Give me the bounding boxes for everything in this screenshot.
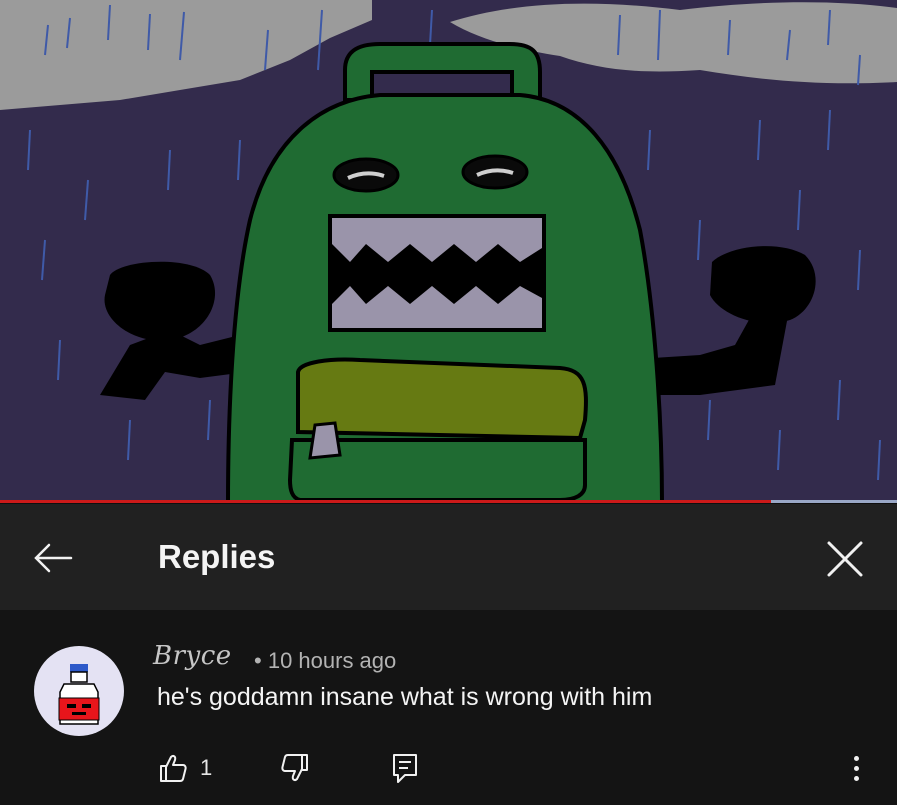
right-fist — [710, 246, 816, 324]
back-button[interactable] — [28, 535, 78, 581]
cloud-left — [0, 0, 372, 110]
thumbs-up-icon — [160, 755, 187, 782]
backpack-handle — [343, 42, 542, 102]
replies-header: Replies — [0, 504, 897, 610]
video-player[interactable] — [0, 0, 897, 503]
left-fist — [104, 261, 216, 341]
thumbs-down-icon — [281, 754, 308, 781]
separator-dot: • — [254, 648, 262, 673]
close-button[interactable] — [818, 532, 872, 586]
more-vert-icon — [853, 755, 859, 761]
dislike-button[interactable] — [280, 750, 310, 786]
video-progress-fill — [0, 500, 772, 503]
avatar[interactable] — [34, 646, 124, 736]
more-options-button[interactable] — [841, 748, 871, 788]
like-count: 1 — [200, 755, 213, 780]
panel-title: Replies — [158, 538, 276, 575]
video-progress-bar[interactable] — [0, 500, 897, 503]
comment-timestamp: • 10 hours ago — [254, 648, 396, 674]
zipper-pull — [308, 421, 342, 460]
close-icon — [827, 541, 863, 577]
video-frame-art — [0, 0, 897, 503]
like-button[interactable]: 1 — [158, 750, 212, 786]
comment-text: he's goddamn insane what is wrong with h… — [157, 683, 653, 711]
pocket-flap — [296, 357, 588, 441]
arrow-left-icon — [34, 543, 73, 573]
reply-icon — [393, 754, 417, 783]
timestamp-text: 10 hours ago — [267, 648, 397, 673]
bottle-icon — [58, 664, 100, 725]
reply-button[interactable] — [391, 750, 419, 786]
comment-author[interactable]: Bryce — [153, 641, 232, 671]
comment-thread: Bryce • 10 hours ago he's goddamn insane… — [0, 610, 897, 805]
